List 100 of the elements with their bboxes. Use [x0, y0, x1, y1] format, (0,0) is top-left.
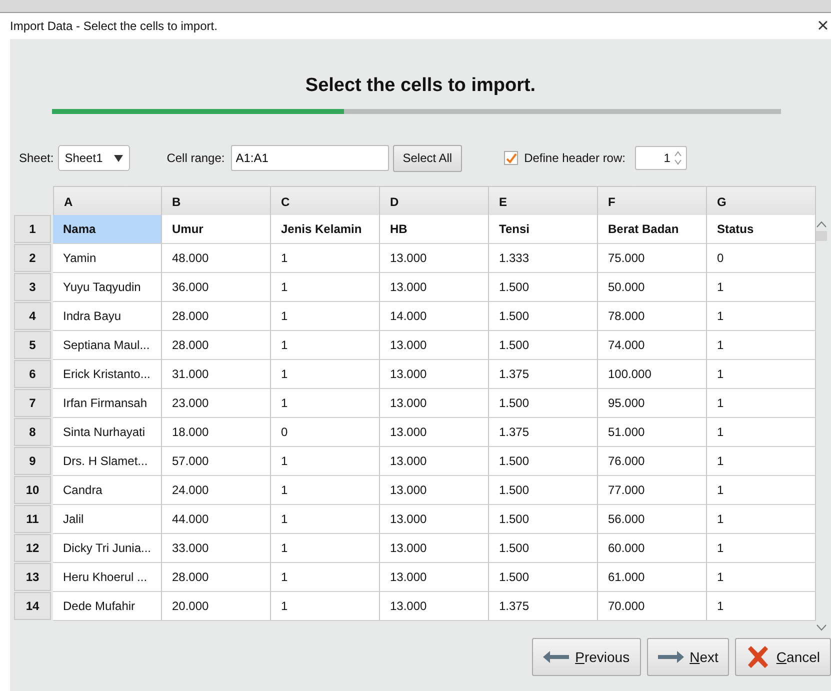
table-cell[interactable]: 1 [271, 331, 380, 360]
table-cell[interactable]: 1 [271, 244, 380, 273]
table-cell[interactable]: 0 [707, 244, 816, 273]
table-cell[interactable]: 95.000 [598, 389, 707, 418]
table-cell[interactable]: 1.333 [489, 244, 598, 273]
table-cell[interactable]: 1 [707, 447, 816, 476]
row-header[interactable]: 2 [14, 244, 51, 272]
cell-range-field[interactable]: A1:A1 [230, 145, 389, 171]
row-header[interactable]: 12 [14, 534, 51, 562]
table-cell[interactable]: 1 [271, 360, 380, 389]
scrollbar-thumb[interactable] [816, 231, 827, 241]
table-cell[interactable]: 13.000 [380, 563, 489, 592]
table-cell[interactable]: 100.000 [598, 360, 707, 389]
table-cell[interactable]: Jenis Kelamin [271, 215, 380, 244]
table-cell[interactable]: 14.000 [380, 302, 489, 331]
row-header[interactable]: 8 [14, 418, 51, 446]
table-cell[interactable]: 1.500 [489, 302, 598, 331]
table-cell[interactable]: 1 [271, 592, 380, 621]
table-cell[interactable]: Candra [53, 476, 162, 505]
table-cell[interactable]: 1 [271, 563, 380, 592]
table-cell[interactable]: 51.000 [598, 418, 707, 447]
table-cell[interactable]: 1 [707, 273, 816, 302]
column-header[interactable]: C [271, 186, 380, 218]
table-cell[interactable]: 1 [707, 592, 816, 621]
row-header[interactable]: 10 [14, 476, 51, 504]
table-cell[interactable]: 75.000 [598, 244, 707, 273]
table-cell[interactable]: 36.000 [162, 273, 271, 302]
table-cell[interactable]: 1 [707, 476, 816, 505]
row-header[interactable]: 1 [14, 215, 51, 243]
table-cell[interactable]: Tensi [489, 215, 598, 244]
table-cell[interactable]: Umur [162, 215, 271, 244]
column-header[interactable]: D [380, 186, 489, 218]
table-cell[interactable]: 44.000 [162, 505, 271, 534]
table-cell[interactable]: 1 [271, 447, 380, 476]
table-cell[interactable]: 28.000 [162, 331, 271, 360]
table-cell[interactable]: 78.000 [598, 302, 707, 331]
column-header[interactable]: F [598, 186, 707, 218]
table-cell[interactable]: Dede Mufahir [53, 592, 162, 621]
row-header[interactable]: 5 [14, 331, 51, 359]
table-cell[interactable]: 13.000 [380, 331, 489, 360]
table-cell[interactable]: 1.500 [489, 505, 598, 534]
table-cell[interactable]: 1.500 [489, 389, 598, 418]
table-cell[interactable]: 23.000 [162, 389, 271, 418]
table-cell[interactable]: 13.000 [380, 360, 489, 389]
header-row-checkbox[interactable] [504, 151, 518, 165]
table-cell[interactable]: Yuyu Taqyudin [53, 273, 162, 302]
column-header[interactable]: E [489, 186, 598, 218]
table-cell[interactable]: 1 [707, 389, 816, 418]
table-cell[interactable]: Irfan Firmansah [53, 389, 162, 418]
sheet-dropdown[interactable]: Sheet1 [58, 145, 130, 171]
table-cell[interactable]: 20.000 [162, 592, 271, 621]
table-cell[interactable]: 1 [707, 534, 816, 563]
table-cell[interactable]: Status [707, 215, 816, 244]
table-cell[interactable]: 50.000 [598, 273, 707, 302]
table-cell[interactable]: 18.000 [162, 418, 271, 447]
table-cell[interactable]: 1 [707, 302, 816, 331]
column-header[interactable]: G [707, 186, 816, 218]
table-cell[interactable]: Berat Badan [598, 215, 707, 244]
table-cell[interactable]: 1 [271, 534, 380, 563]
table-cell[interactable]: 0 [271, 418, 380, 447]
table-cell[interactable]: 31.000 [162, 360, 271, 389]
table-cell[interactable]: 13.000 [380, 389, 489, 418]
table-cell[interactable]: 70.000 [598, 592, 707, 621]
table-cell[interactable]: Drs. H Slamet... [53, 447, 162, 476]
row-header[interactable]: 4 [14, 302, 51, 330]
cancel-button[interactable]: Cancel [735, 638, 831, 676]
table-cell[interactable]: HB [380, 215, 489, 244]
scroll-down-icon[interactable] [816, 624, 827, 632]
table-cell[interactable]: 1 [707, 331, 816, 360]
table-cell[interactable]: 57.000 [162, 447, 271, 476]
row-header[interactable]: 7 [14, 389, 51, 417]
table-cell[interactable]: 13.000 [380, 476, 489, 505]
table-cell[interactable]: 13.000 [380, 244, 489, 273]
table-cell[interactable]: 13.000 [380, 505, 489, 534]
row-header[interactable]: 9 [14, 447, 51, 475]
table-cell[interactable]: 1.500 [489, 534, 598, 563]
previous-button[interactable]: Previous [532, 638, 641, 676]
row-header[interactable]: 13 [14, 563, 51, 591]
header-row-spinner[interactable]: 1 [635, 146, 688, 170]
table-cell[interactable]: 28.000 [162, 563, 271, 592]
table-cell[interactable]: Nama [53, 215, 162, 244]
table-cell[interactable]: 13.000 [380, 592, 489, 621]
table-cell[interactable]: Jalil [53, 505, 162, 534]
table-cell[interactable]: 1 [271, 389, 380, 418]
table-cell[interactable]: 1 [707, 563, 816, 592]
table-cell[interactable]: 1.500 [489, 331, 598, 360]
table-cell[interactable]: Septiana Maul... [53, 331, 162, 360]
table-cell[interactable]: 1.500 [489, 476, 598, 505]
row-header[interactable]: 11 [14, 505, 51, 533]
table-cell[interactable]: 61.000 [598, 563, 707, 592]
table-cell[interactable]: 1 [271, 273, 380, 302]
table-cell[interactable]: Erick Kristanto... [53, 360, 162, 389]
scroll-up-icon[interactable] [816, 220, 827, 228]
select-all-button[interactable]: Select All [392, 144, 462, 172]
next-button[interactable]: Next [646, 638, 730, 676]
table-cell[interactable]: Yamin [53, 244, 162, 273]
table-cell[interactable]: 1.375 [489, 360, 598, 389]
table-cell[interactable]: 77.000 [598, 476, 707, 505]
table-cell[interactable]: 1 [707, 418, 816, 447]
table-cell[interactable]: Indra Bayu [53, 302, 162, 331]
